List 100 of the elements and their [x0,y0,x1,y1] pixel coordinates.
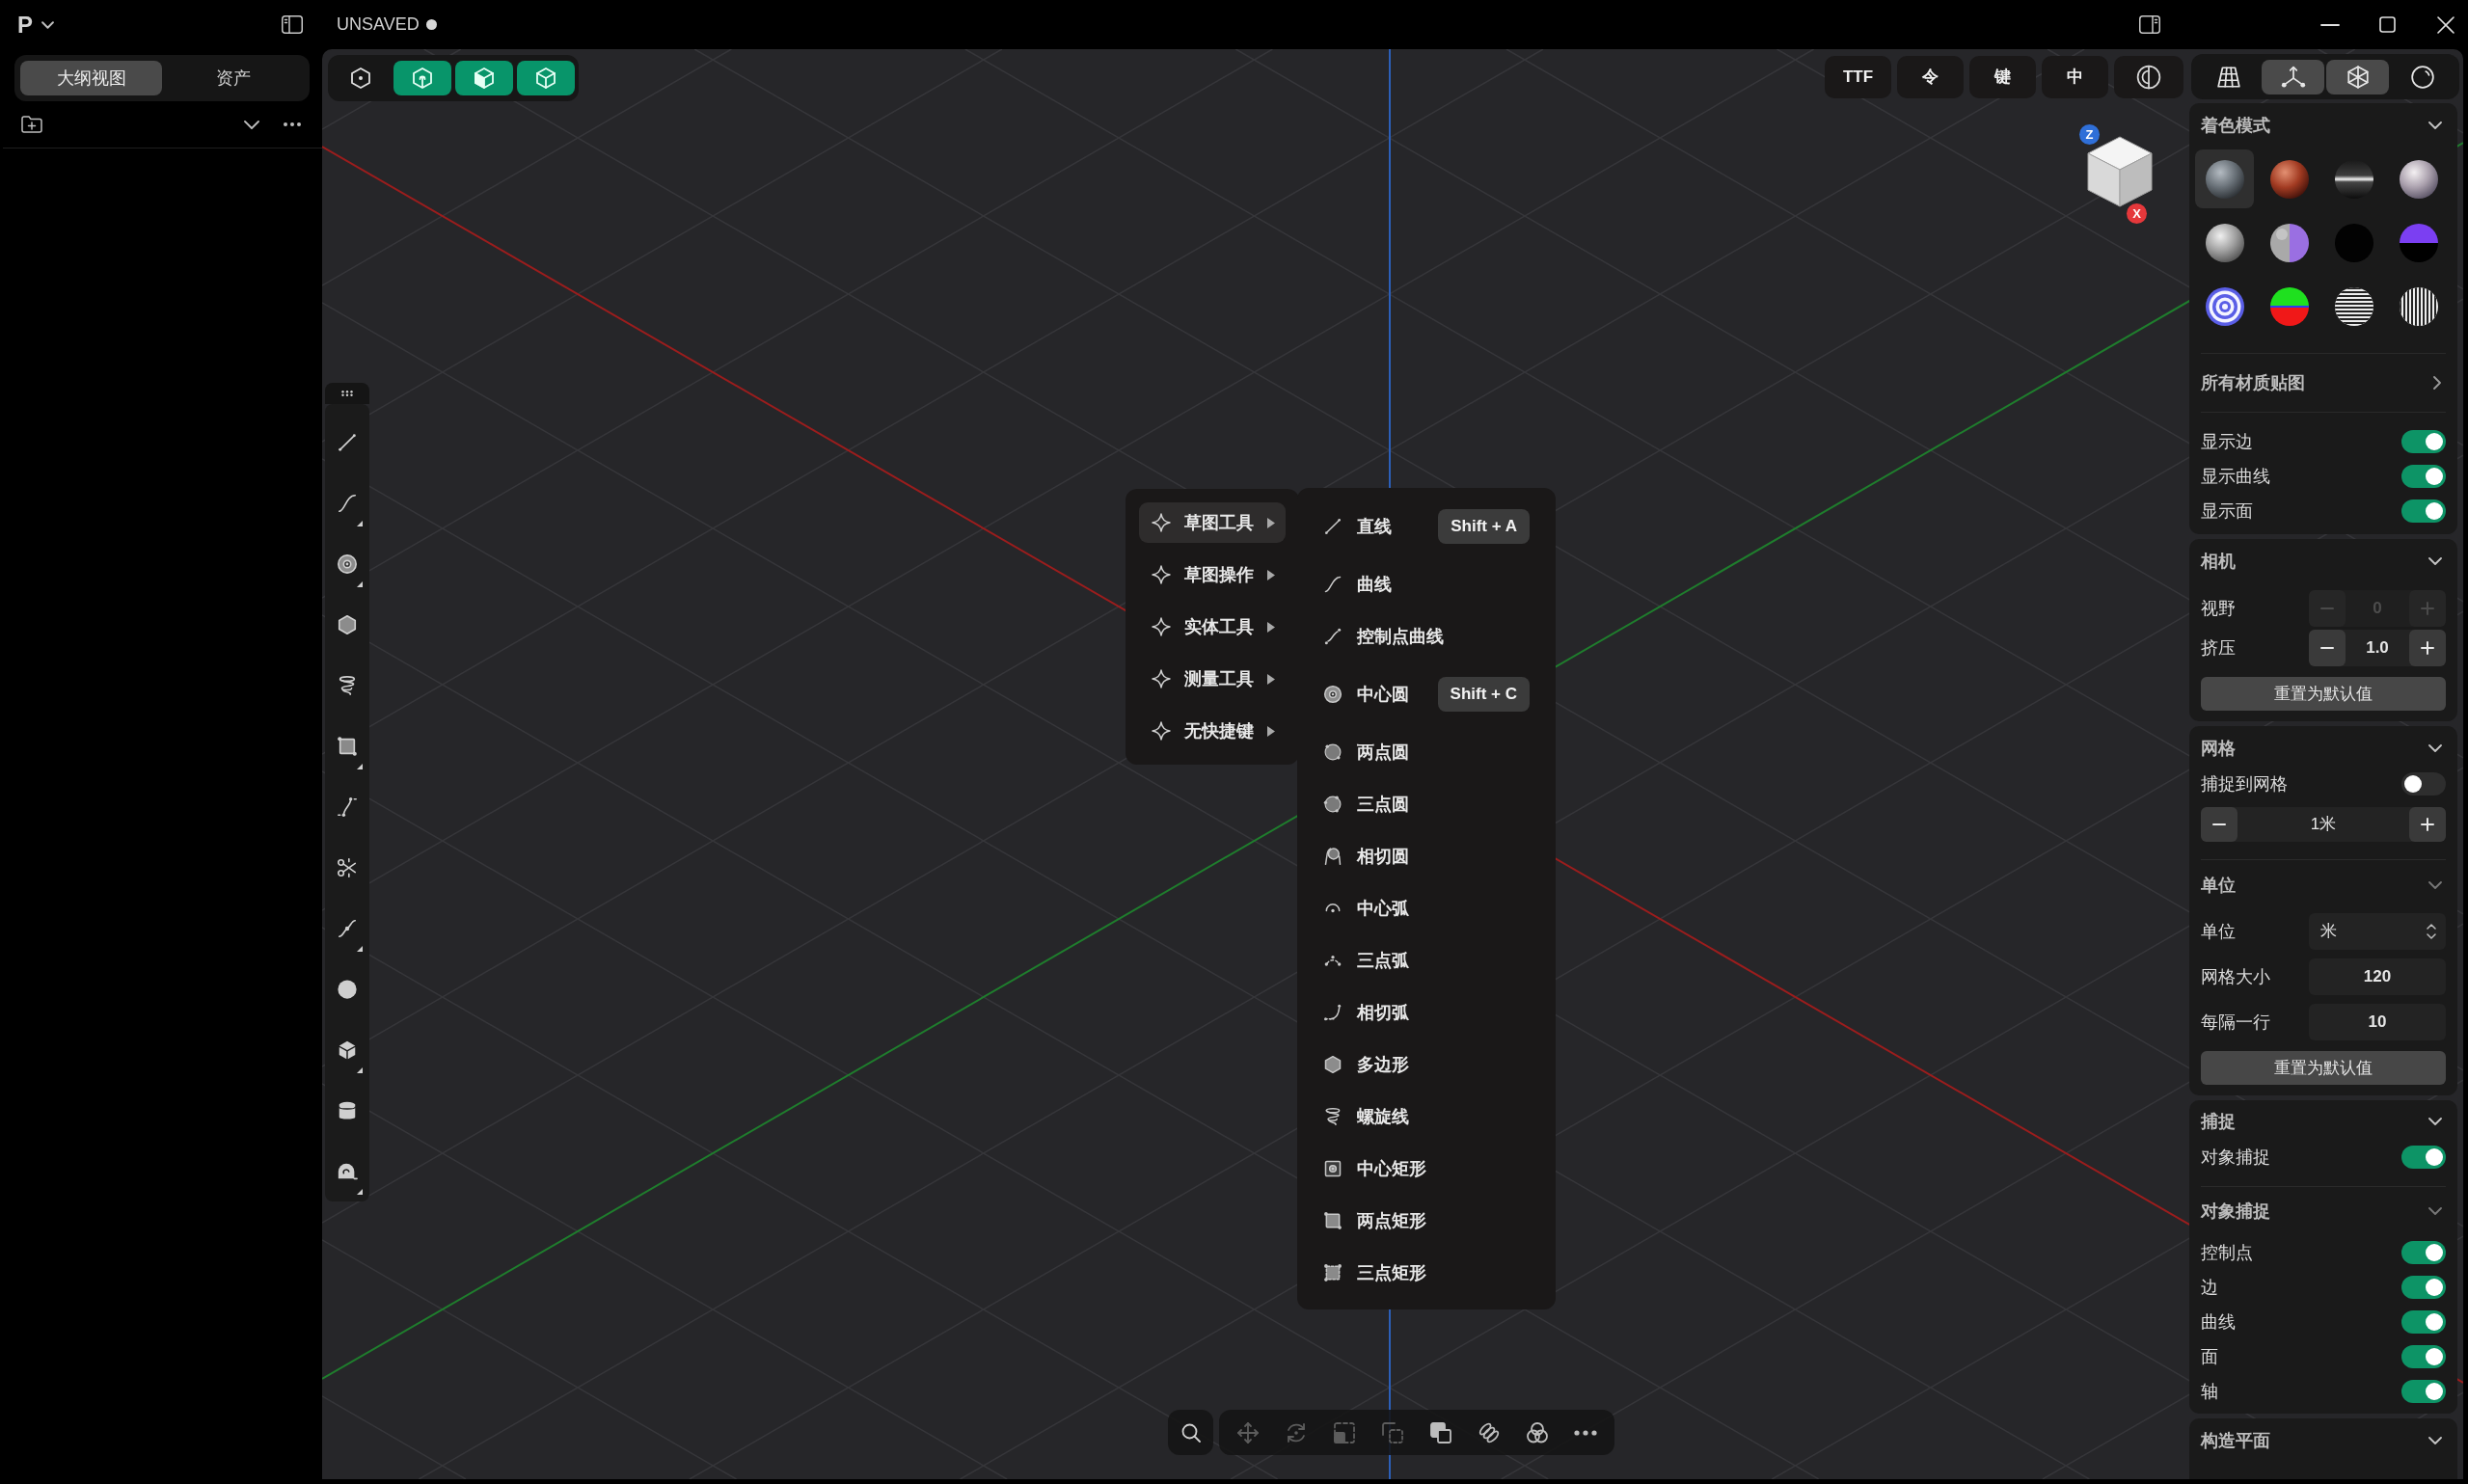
circle-center-dot-icon[interactable] [337,553,358,575]
toggle-switch[interactable] [2401,1146,2446,1169]
s-curve-dots-icon[interactable] [337,796,358,818]
contrast-button[interactable] [2114,55,2183,98]
section-title: 捕捉 [2201,1110,2236,1133]
sidebar-toggle-icon[interactable] [282,15,303,34]
setting-label: 显示面 [2201,499,2253,523]
minimize-icon[interactable] [2320,23,2340,26]
view-toggle[interactable] [2326,59,2389,94]
menu-item[interactable]: 多边形 [1297,1039,1556,1091]
number-field[interactable]: 120 [2309,958,2446,995]
view-toggle[interactable] [2262,59,2324,94]
chain-rings-icon[interactable] [1478,1420,1501,1444]
menu-item[interactable]: 中心圆 Shift + C [1297,662,1556,726]
toolbar-button[interactable]: 键 [1969,55,2036,98]
menu-item[interactable]: 螺旋线 [1297,1091,1556,1143]
axis-badge[interactable]: Z [2079,124,2100,145]
curve-icon[interactable] [337,492,358,514]
panel-toggle-icon[interactable] [2139,15,2160,34]
app-logo[interactable]: P [17,13,33,37]
menu-item[interactable]: 无快捷键 [1139,711,1286,751]
curve-point-icon[interactable] [337,917,358,939]
scissors-icon[interactable] [337,856,358,878]
chevron-down-icon[interactable] [2428,121,2442,129]
toggle-switch[interactable] [2401,430,2446,453]
menu-item[interactable]: 相切弧 [1297,986,1556,1039]
section-title: 相机 [2201,550,2236,573]
menu-item[interactable]: 直线 Shift + A [1297,495,1556,558]
menu-item[interactable]: 三点圆 [1297,778,1556,830]
menu-item[interactable]: 三点矩形 [1297,1247,1556,1299]
chevron-down-icon[interactable] [2428,1437,2442,1444]
menu-item[interactable]: 草图操作 [1139,554,1286,595]
chevron-down-icon[interactable] [41,20,54,29]
menu-item[interactable]: 两点矩形 [1297,1195,1556,1247]
half-shaded-sphere-icon [2268,222,2310,263]
more-icon[interactable] [284,122,301,126]
chevron-down-icon[interactable] [2428,557,2442,565]
chevron-down-icon[interactable] [244,120,259,129]
menu-item[interactable]: 三点弧 [1297,934,1556,986]
folder-plus-icon[interactable] [21,116,42,133]
keyboard-shortcut: Shift + C [1437,677,1530,712]
maximize-icon[interactable] [2379,16,2396,33]
diagonal-line-icon[interactable] [337,431,358,453]
material-swatch[interactable] [2195,149,2254,208]
sphere-icon[interactable] [337,978,358,1000]
square-two-dots-icon[interactable] [337,735,358,757]
menu-item[interactable]: 中心矩形 [1297,1143,1556,1195]
menu-item[interactable]: 测量工具 [1139,659,1286,699]
toggle-switch[interactable] [2401,1345,2446,1368]
cylinder-icon[interactable] [337,1099,358,1121]
navigation-row[interactable]: 所有材质贴图 [2201,354,2446,412]
toggle-switch[interactable] [2401,772,2446,796]
shaded-cube-icon [473,67,496,90]
menu-item[interactable]: 实体工具 [1139,607,1286,647]
menu-item[interactable]: 中心弧 [1297,882,1556,934]
toggle-switch[interactable] [2401,1241,2446,1264]
overlapping-squares-icon[interactable] [1429,1420,1452,1444]
toggle-switch[interactable] [2401,1310,2446,1334]
menu-item[interactable]: 草图工具 [1139,502,1286,543]
toggle-switch[interactable] [2401,1276,2446,1299]
glossy-sphere-icon [2204,222,2245,263]
more-icon[interactable] [1574,1429,1597,1436]
hexagon-icon[interactable] [337,613,358,635]
drag-handle[interactable] [325,383,369,404]
toolbar-button[interactable]: TTF [1825,55,1891,98]
toolbar-button[interactable]: 中 [2042,55,2108,98]
menu-item[interactable]: 控制点曲线 [1297,610,1556,662]
close-icon[interactable] [2437,15,2454,34]
sidebar-tab[interactable]: 大纲视图 [20,61,162,95]
three-circles-icon[interactable] [1526,1420,1549,1444]
mode-button[interactable] [517,61,575,95]
circle-two-dots-icon [1323,742,1342,762]
sidebar-tab[interactable]: 资产 [162,61,304,95]
toggle-switch[interactable] [2401,1380,2446,1403]
mode-button[interactable] [393,61,451,95]
increment-button[interactable] [2409,807,2446,842]
menu-item[interactable]: 曲线 [1297,558,1556,610]
decrement-button[interactable] [2201,807,2237,842]
search-button[interactable] [1168,1410,1213,1455]
circle-highlight-icon [2409,64,2435,90]
reset-button[interactable]: 重置为默认值 [2201,677,2446,711]
reset-button[interactable]: 重置为默认值 [2201,1051,2446,1085]
number-field[interactable]: 10 [2309,1004,2446,1040]
increment-button[interactable] [2409,630,2446,666]
axis-badge[interactable]: X [2127,203,2147,224]
chevron-down-icon[interactable] [2428,744,2442,752]
submenu-arrow-icon [1267,569,1275,580]
mode-button[interactable] [455,61,513,95]
setting-label: 对象捕捉 [2201,1146,2270,1169]
toolbar-button[interactable]: 令 [1897,55,1964,98]
unit-select[interactable]: 米 [2309,913,2446,950]
menu-item[interactable]: 相切圆 [1297,830,1556,882]
toggle-switch[interactable] [2401,499,2446,523]
menu-item[interactable]: 两点圆 [1297,726,1556,778]
toggle-switch[interactable] [2401,465,2446,488]
chevron-down-icon[interactable] [2428,1118,2442,1125]
helix-icon[interactable] [337,674,358,696]
number-stepper[interactable]: 1米 [2201,807,2446,842]
number-stepper[interactable]: 1.0 [2309,630,2446,666]
cube-icon[interactable] [337,1039,358,1061]
